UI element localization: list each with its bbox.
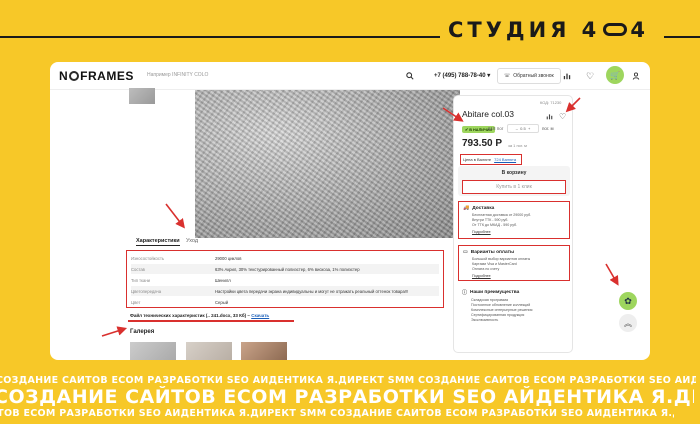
phone-number[interactable]: +7 (495) 788-78-40 ▾ <box>434 72 490 79</box>
studio-rule-right <box>664 36 700 38</box>
add-to-cart-button[interactable]: В корзину <box>462 168 566 178</box>
logo[interactable]: N FRAMES <box>59 69 134 83</box>
currency-link[interactable]: 724 Валюта <box>494 157 516 162</box>
studio-rule-left <box>0 36 440 38</box>
favorites-icon[interactable]: ♡ <box>582 68 598 84</box>
browser-card: N FRAMES Например INFINITY COLO +7 (495) … <box>50 62 650 360</box>
services-marquee-bottom: САЙТОВ ECOM РАЗРАБОТКИ SEO АЙДЕНТИКА Я.Д… <box>0 408 674 419</box>
delivery-more-link[interactable]: Подробнее <box>463 230 565 234</box>
price-unit: за 1 пог. м <box>508 143 527 148</box>
table-row: Цветопередача Настройки цвета передачи эк… <box>131 286 439 296</box>
cart-icon[interactable]: 🛒 <box>606 66 624 84</box>
gallery-image[interactable] <box>241 342 287 360</box>
download-link[interactable]: Скачать <box>251 313 269 318</box>
advantages-info: ⓘ Наши преимущества Складская программа П… <box>462 290 533 322</box>
site-header: N FRAMES Например INFINITY COLO +7 (495) … <box>50 62 650 90</box>
chat-widget-button[interactable]: ✿ <box>619 292 637 310</box>
scroll-top-button[interactable]: ︽ <box>619 314 637 332</box>
services-marquee-main: СОЗДАНИЕ САЙТОВ ECOM РАЗРАБОТКИ SEO АЙДЕ… <box>0 386 694 408</box>
card-icon: ▭ <box>463 249 468 255</box>
product-article: КОД: 71230 <box>540 100 562 105</box>
product-panel: КОД: 71230 Abitare col.03 ♡ ✔ В НАЛИЧИИ … <box>453 95 573 353</box>
payment-more-link[interactable]: Подробнее <box>463 274 565 278</box>
services-marquee-top: СОЗДАНИЕ САЙТОВ ECOM РАЗРАБОТКИ SEO АЙДЕ… <box>0 375 696 386</box>
logo-ring-icon <box>69 70 80 81</box>
spec-table: Износостойкость 29000 циклов Состав 63% Ак… <box>126 250 444 308</box>
truck-icon: 🚚 <box>463 205 470 211</box>
table-row: Цвет Серый <box>131 299 229 305</box>
studio-title: СТУДИЯ 44 <box>448 18 649 42</box>
tab-care[interactable]: Уход <box>186 238 198 244</box>
unit-label: пог. м <box>542 126 554 131</box>
table-row: Тип ткани Шенилл <box>131 277 231 283</box>
search-input[interactable]: Например INFINITY COLO <box>147 72 208 78</box>
spec-file-download: Файл технических характеристик (.. 241.d… <box>130 313 270 318</box>
callback-button[interactable]: ☏ Обратный звонок <box>497 68 561 84</box>
account-icon[interactable] <box>628 68 644 84</box>
gallery-image[interactable] <box>130 342 176 360</box>
buy-one-click-button[interactable]: Купить в 1 клик <box>462 180 566 194</box>
product-tabs: Характеристики Уход <box>130 238 446 248</box>
product-image[interactable] <box>195 90 460 238</box>
product-thumbnail[interactable] <box>129 88 155 104</box>
search-icon[interactable] <box>402 68 418 84</box>
favorite-heart-icon[interactable]: ♡ <box>559 112 566 121</box>
product-code: 918 пог <box>488 126 504 131</box>
gallery-title: Галерея <box>130 329 155 335</box>
cart-block: В корзину Купить в 1 клик <box>458 166 570 196</box>
compare-icon[interactable] <box>559 68 575 84</box>
table-row: Состав 63% Акрил, 30% текстурированный по… <box>131 264 439 274</box>
tab-characteristics[interactable]: Характеристики <box>136 238 180 246</box>
price-currency-note: Цена в Валюте 724 Валюта <box>460 154 522 165</box>
delivery-info: 🚚 Доставка Бесплатная доставка от 29000 р… <box>458 201 570 239</box>
gallery-image[interactable] <box>186 342 232 360</box>
table-row: Износостойкость 29000 циклов <box>131 255 242 261</box>
pill-icon <box>603 22 628 36</box>
product-title: Abitare col.03 <box>462 109 514 119</box>
quantity-stepper[interactable]: – 0.5 + <box>507 124 539 133</box>
phone-icon: ☏ <box>504 73 511 79</box>
payment-info: ▭ Варианты оплаты Большой выбор вариантов… <box>458 245 570 281</box>
compare-icon[interactable] <box>546 113 553 122</box>
price: 793.50 Р <box>462 138 503 149</box>
info-icon: ⓘ <box>462 290 468 296</box>
annotation-underline <box>128 320 294 322</box>
